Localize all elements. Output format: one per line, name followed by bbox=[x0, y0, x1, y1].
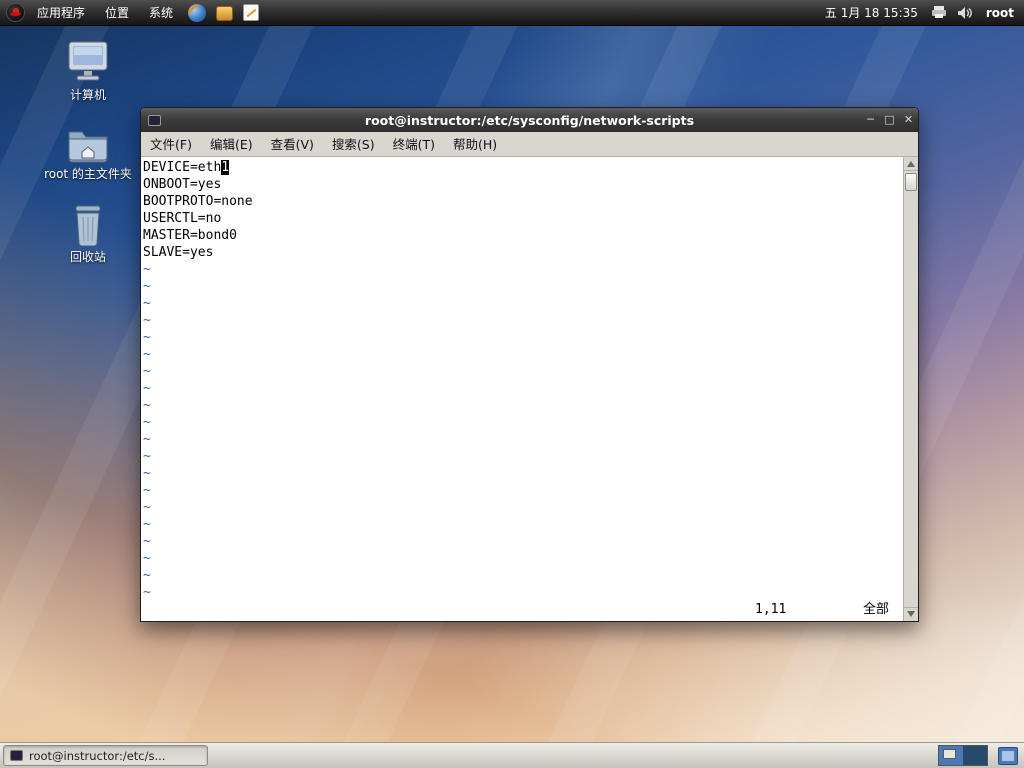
bottom-taskbar: root@instructor:/etc/s... bbox=[0, 742, 1024, 768]
tilde-line: ~ bbox=[143, 449, 151, 464]
taskbar-corner-icon[interactable] bbox=[998, 746, 1018, 765]
workspace-2[interactable] bbox=[963, 746, 987, 765]
workspace-1[interactable] bbox=[939, 746, 963, 765]
desktop-icon-label: 计算机 bbox=[69, 88, 106, 102]
desktop-background: 应用程序 位置 系统 五 1月 18 15:35 root 计算机 root 的… bbox=[0, 0, 1024, 768]
editor-line-4: USERCTL=no bbox=[143, 211, 222, 226]
tilde-line: ~ bbox=[143, 381, 151, 396]
maximize-button[interactable]: □ bbox=[880, 108, 899, 132]
minimize-button[interactable]: ─ bbox=[861, 108, 880, 132]
tilde-line: ~ bbox=[143, 483, 151, 498]
top-panel: 应用程序 位置 系统 五 1月 18 15:35 root bbox=[0, 0, 1024, 26]
vim-statusline: 1,11 全部 bbox=[141, 601, 902, 618]
tilde-line: ~ bbox=[143, 466, 151, 481]
cursor-position-indicator: 1,11 bbox=[755, 602, 787, 617]
editor-line-2: ONBOOT=yes bbox=[143, 177, 222, 192]
clock[interactable]: 五 1月 18 15:35 bbox=[817, 4, 926, 21]
close-button[interactable]: ✕ bbox=[899, 108, 918, 132]
places-menu[interactable]: 位置 bbox=[95, 0, 139, 26]
window-titlebar[interactable]: root@instructor:/etc/sysconfig/network-s… bbox=[141, 108, 918, 132]
tilde-line: ~ bbox=[143, 330, 151, 345]
tilde-line: ~ bbox=[143, 500, 151, 515]
editor-line-6: SLAVE=yes bbox=[143, 245, 214, 260]
tilde-line: ~ bbox=[143, 568, 151, 583]
menu-file[interactable]: 文件(F) bbox=[141, 132, 201, 157]
window-controls: ─ □ ✕ bbox=[861, 108, 918, 132]
scroll-up-arrow-icon[interactable] bbox=[904, 157, 918, 171]
firefox-launcher-icon[interactable] bbox=[188, 3, 207, 22]
tilde-line: ~ bbox=[143, 415, 151, 430]
editor-line-5: MASTER=bond0 bbox=[143, 228, 237, 243]
tilde-line: ~ bbox=[143, 432, 151, 447]
tilde-line: ~ bbox=[143, 313, 151, 328]
taskbar-right bbox=[938, 745, 1018, 766]
distro-logo-icon[interactable] bbox=[6, 3, 25, 22]
menu-help[interactable]: 帮助(H) bbox=[444, 132, 506, 157]
tilde-line: ~ bbox=[143, 347, 151, 362]
printer-tray-icon[interactable] bbox=[930, 5, 948, 21]
panel-right: 五 1月 18 15:35 root bbox=[817, 0, 1024, 25]
desktop-icon-computer[interactable]: 计算机 bbox=[36, 40, 140, 103]
tilde-line: ~ bbox=[143, 585, 151, 600]
terminal-window: root@instructor:/etc/sysconfig/network-s… bbox=[140, 107, 919, 622]
tilde-lines: ~ ~ ~ ~ ~ ~ ~ ~ ~ ~ ~ ~ ~ ~ ~ ~ ~ ~ ~ ~ bbox=[143, 261, 902, 601]
tilde-line: ~ bbox=[143, 534, 151, 549]
desktop-icon-list: 计算机 root 的主文件夹 回收站 bbox=[36, 40, 140, 287]
workspace-switcher bbox=[938, 745, 988, 766]
text-editor-launcher-icon[interactable] bbox=[243, 4, 260, 21]
scroll-position-indicator: 全部 bbox=[863, 602, 890, 617]
tilde-line: ~ bbox=[143, 398, 151, 413]
volume-icon[interactable] bbox=[956, 5, 974, 21]
menu-view[interactable]: 查看(V) bbox=[262, 132, 323, 157]
scrollbar[interactable] bbox=[903, 157, 918, 621]
tilde-line: ~ bbox=[143, 517, 151, 532]
editor-line-1: DEVICE=eth1 bbox=[143, 159, 902, 176]
scrollbar-thumb[interactable] bbox=[905, 173, 917, 191]
tilde-line: ~ bbox=[143, 551, 151, 566]
terminal-task-icon bbox=[10, 750, 23, 761]
cursor-block: 1 bbox=[221, 160, 230, 175]
tilde-line: ~ bbox=[143, 364, 151, 379]
terminal-menubar: 文件(F) 编辑(E) 查看(V) 搜索(S) 终端(T) 帮助(H) bbox=[141, 132, 918, 157]
desktop-icon-label: 回收站 bbox=[69, 250, 106, 264]
tilde-line: ~ bbox=[143, 262, 151, 277]
terminal-window-icon bbox=[148, 114, 161, 126]
workspace-window-thumbnail bbox=[943, 749, 956, 759]
tilde-line: ~ bbox=[143, 279, 151, 294]
user-menu[interactable]: root bbox=[978, 6, 1024, 20]
terminal-content[interactable]: DEVICE=eth1 ONBOOT=yes BOOTPROTO=none US… bbox=[141, 157, 918, 621]
applications-menu[interactable]: 应用程序 bbox=[27, 0, 95, 26]
window-title: root@instructor:/etc/sysconfig/network-s… bbox=[364, 112, 695, 128]
tilde-line: ~ bbox=[143, 296, 151, 311]
editor-line-3: BOOTPROTO=none bbox=[143, 194, 253, 209]
desktop-icon-trash[interactable]: 回收站 bbox=[36, 204, 140, 265]
menu-search[interactable]: 搜索(S) bbox=[323, 132, 384, 157]
mail-launcher-icon[interactable] bbox=[216, 6, 234, 21]
desktop-icon-home-folder[interactable]: root 的主文件夹 bbox=[36, 125, 140, 182]
taskbar-window-button[interactable]: root@instructor:/etc/s... bbox=[3, 745, 208, 766]
scroll-down-arrow-icon[interactable] bbox=[904, 607, 918, 621]
task-button-label: root@instructor:/etc/s... bbox=[29, 748, 166, 763]
menu-terminal[interactable]: 终端(T) bbox=[384, 132, 444, 157]
menu-edit[interactable]: 编辑(E) bbox=[201, 132, 262, 157]
editor-line-1-text: DEVICE=eth bbox=[143, 160, 222, 175]
system-menu[interactable]: 系统 bbox=[139, 0, 183, 26]
panel-left: 应用程序 位置 系统 bbox=[0, 0, 264, 25]
desktop-icon-label: root 的主文件夹 bbox=[44, 167, 132, 181]
